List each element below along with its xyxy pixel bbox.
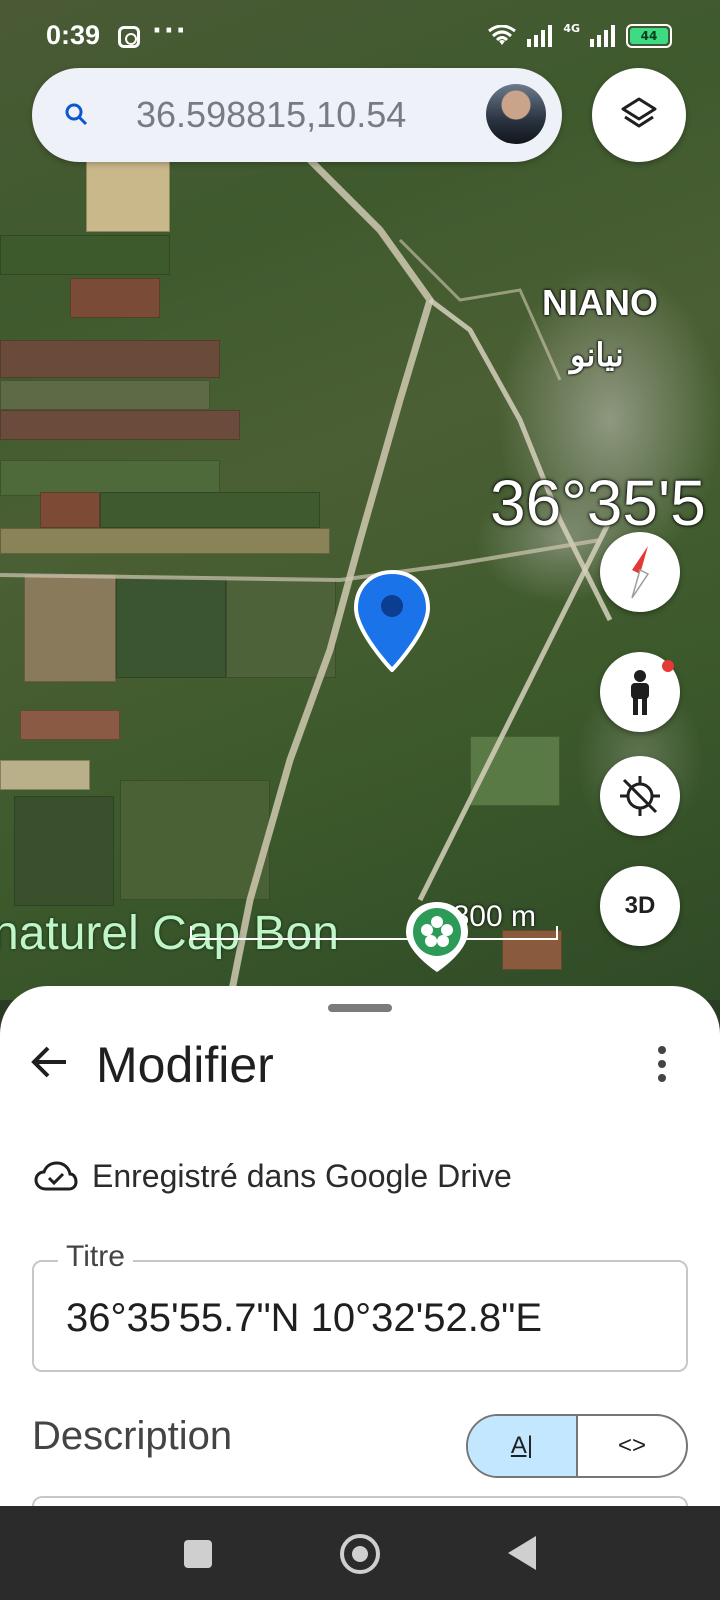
title-field-value[interactable]: 36°35'55.7"N 10°32'52.8"E (66, 1296, 542, 1341)
code-mode-button[interactable]: <> (578, 1416, 686, 1476)
compass-button[interactable] (600, 532, 680, 612)
recents-button[interactable] (184, 1540, 212, 1568)
edit-sheet: Modifier Enregistré dans Google Drive Ti… (0, 986, 720, 1536)
search-input[interactable]: 36.598815,10.54 (136, 94, 496, 136)
rich-text-mode-button[interactable]: A| (468, 1416, 578, 1476)
drag-handle[interactable] (328, 1004, 392, 1012)
park-poi-icon[interactable] (402, 900, 472, 974)
3d-toggle-button[interactable]: 3D (600, 866, 680, 946)
title-field[interactable]: Titre 36°35'55.7"N 10°32'52.8"E (32, 1240, 688, 1372)
avatar[interactable] (486, 84, 546, 144)
my-location-button[interactable] (600, 756, 680, 836)
place-name-label: NIANO (542, 282, 658, 323)
cloud-done-icon (34, 1160, 78, 1190)
title-field-label: Titre (58, 1240, 133, 1274)
description-label: Description (32, 1414, 233, 1458)
location-off-icon (620, 776, 660, 816)
map-view[interactable]: 0:39 ··· 4G 44 36.598815,10.54 NIANO نيا… (0, 0, 720, 1000)
street-view-button[interactable] (600, 652, 680, 732)
save-status: Enregistré dans Google Drive (34, 1158, 512, 1195)
map-scale: 800 m (190, 900, 558, 946)
layers-button[interactable] (592, 68, 686, 162)
scale-bar (190, 926, 558, 940)
layers-icon (621, 97, 657, 128)
search-bar[interactable]: 36.598815,10.54 (32, 68, 562, 162)
compass-icon (631, 546, 650, 599)
signal-icon (527, 25, 553, 47)
back-arrow-icon[interactable] (28, 1040, 72, 1084)
description-mode-toggle[interactable]: A| <> (466, 1414, 688, 1478)
signal-icon-2 (590, 25, 615, 47)
battery-level: 44 (630, 28, 668, 44)
wifi-icon (488, 25, 517, 45)
status-bar: 0:39 ··· 4G 44 (0, 0, 720, 70)
instagram-notification-icon (118, 26, 140, 48)
system-nav-bar (0, 1506, 720, 1600)
place-name-arabic-label: نيانو (570, 337, 624, 373)
save-status-text: Enregistré dans Google Drive (92, 1158, 512, 1194)
more-vert-icon[interactable] (650, 1042, 674, 1086)
status-icons: 4G 44 (487, 21, 672, 48)
dropped-pin-icon[interactable] (352, 570, 432, 672)
system-back-button[interactable] (508, 1536, 536, 1570)
status-time: 0:39 (46, 20, 101, 50)
battery-icon: 44 (626, 24, 672, 48)
coordinate-overlay: 36°35'5 (490, 467, 706, 539)
search-icon[interactable] (64, 102, 88, 126)
more-notifications-icon: ··· (152, 16, 188, 46)
notification-dot (662, 660, 674, 672)
home-button[interactable] (340, 1534, 380, 1574)
network-type: 4G (563, 21, 580, 35)
pegman-icon (631, 670, 649, 715)
sheet-title: Modifier (96, 1037, 274, 1093)
